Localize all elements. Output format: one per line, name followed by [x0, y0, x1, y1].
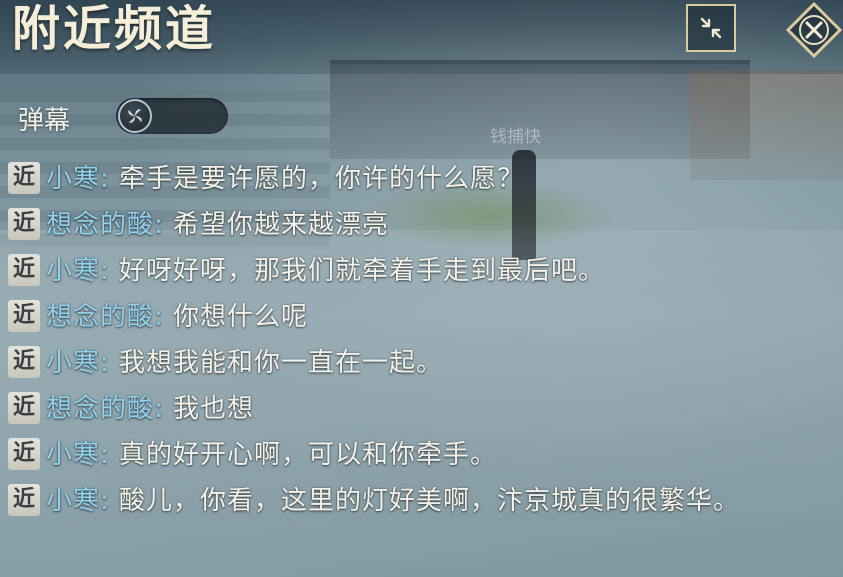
sender-name[interactable]: 小寒: [46, 348, 100, 378]
sender-separator: :: [100, 348, 110, 378]
channel-tag: 近: [8, 484, 40, 516]
channel-title: 附近频道: [12, 1, 217, 57]
sender-name[interactable]: 小寒: [46, 440, 100, 470]
chat-message-list: 近小寒: 牵手是要许愿的，你许的什么愿？近想念的酸: 希望你越来越漂亮近小寒: …: [8, 156, 828, 524]
sender-name[interactable]: 想念的酸: [46, 302, 154, 332]
channel-tag: 近: [8, 162, 40, 194]
sender-separator: :: [100, 486, 110, 516]
chat-message: 近小寒: 真的好开心啊，可以和你牵手。: [8, 432, 828, 478]
sender-separator: :: [154, 394, 164, 424]
chat-message: 近小寒: 好呀好呀，那我们就牵着手走到最后吧。: [8, 248, 828, 294]
collapse-arrows-icon: [700, 17, 722, 39]
close-button[interactable]: [785, 1, 843, 59]
channel-tag: 近: [8, 208, 40, 240]
sender-separator: :: [154, 210, 164, 240]
close-x-icon: [785, 1, 843, 59]
channel-tag: 近: [8, 392, 40, 424]
sender-separator: :: [154, 302, 164, 332]
sender-separator: :: [100, 440, 110, 470]
toggle-knob[interactable]: [118, 99, 152, 133]
sender-separator: :: [100, 164, 110, 194]
message-text: 你想什么呢: [163, 302, 309, 332]
pinwheel-icon: [128, 109, 142, 123]
message-text: 希望你越来越漂亮: [163, 210, 390, 240]
collapse-button[interactable]: [686, 4, 736, 52]
chat-message: 近小寒: 酸儿，你看，这里的灯好美啊，汴京城真的很繁华。: [8, 478, 828, 524]
channel-tag: 近: [8, 346, 40, 378]
sender-name[interactable]: 想念的酸: [46, 210, 154, 240]
message-text: 好呀好呀，那我们就牵着手走到最后吧。: [109, 256, 606, 286]
sender-name[interactable]: 小寒: [46, 164, 100, 194]
chat-message: 近想念的酸: 我也想: [8, 386, 828, 432]
message-text: 真的好开心啊，可以和你牵手。: [109, 440, 498, 470]
channel-tag: 近: [8, 300, 40, 332]
sender-name[interactable]: 小寒: [46, 256, 100, 286]
danmaku-toggle[interactable]: [116, 98, 228, 134]
chat-message: 近想念的酸: 你想什么呢: [8, 294, 828, 340]
npc-name-label: 钱捕快: [490, 127, 541, 147]
sender-name[interactable]: 想念的酸: [46, 394, 154, 424]
message-text: 我想我能和你一直在一起。: [109, 348, 444, 378]
danmaku-label: 弹幕: [18, 106, 71, 136]
message-text: 酸儿，你看，这里的灯好美啊，汴京城真的很繁华。: [109, 486, 741, 516]
chat-message: 近小寒: 我想我能和你一直在一起。: [8, 340, 828, 386]
chat-message: 近小寒: 牵手是要许愿的，你许的什么愿？: [8, 156, 828, 202]
channel-tag: 近: [8, 438, 40, 470]
sender-name[interactable]: 小寒: [46, 486, 100, 516]
message-text: 我也想: [163, 394, 255, 424]
channel-tag: 近: [8, 254, 40, 286]
chat-message: 近想念的酸: 希望你越来越漂亮: [8, 202, 828, 248]
sender-separator: :: [100, 256, 110, 286]
message-text: 牵手是要许愿的，你许的什么愿？: [109, 164, 525, 194]
